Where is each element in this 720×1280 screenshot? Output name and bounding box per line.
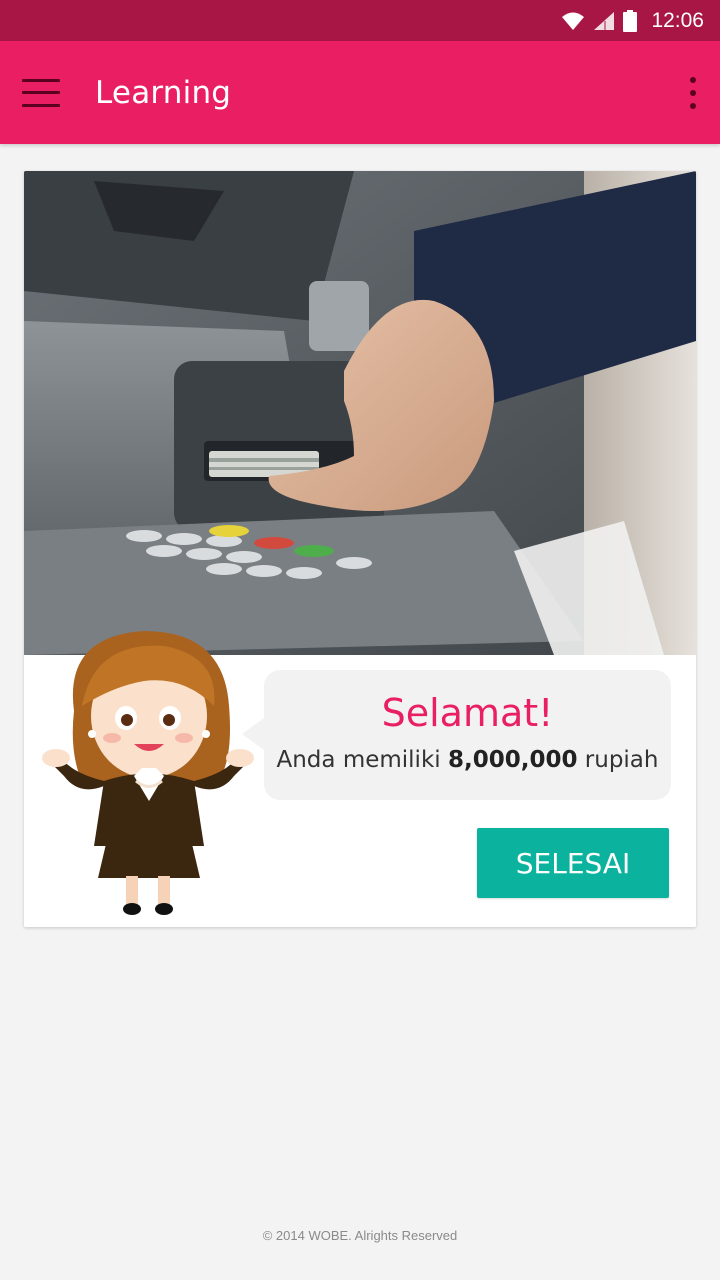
balance-prefix: Anda memiliki bbox=[276, 747, 441, 773]
page-title: Learning bbox=[95, 74, 232, 111]
more-vert-icon[interactable] bbox=[678, 73, 708, 113]
done-button[interactable]: SELESAI bbox=[477, 828, 669, 898]
battery-icon bbox=[623, 9, 638, 32]
signal-icon bbox=[593, 11, 615, 31]
atm-cash-withdrawal-photo bbox=[24, 171, 696, 655]
balance-suffix: rupiah bbox=[584, 747, 659, 773]
cartoon-businesswoman bbox=[34, 616, 259, 916]
wifi-icon bbox=[561, 11, 585, 31]
app-bar: Learning bbox=[0, 41, 720, 144]
status-bar: 12:06 bbox=[0, 0, 720, 41]
result-card: Selamat! Anda memiliki 8,000,000 rupiah … bbox=[24, 171, 696, 927]
speech-bubble: Selamat! Anda memiliki 8,000,000 rupiah bbox=[242, 670, 671, 800]
status-time: 12:06 bbox=[651, 8, 704, 32]
balance-amount: 8,000,000 bbox=[447, 747, 578, 773]
hamburger-menu-icon[interactable] bbox=[22, 78, 62, 107]
footer-copyright: © 2014 WOBE. Alrights Reserved bbox=[262, 1228, 458, 1243]
congrats-title: Selamat! bbox=[381, 691, 554, 735]
balance-message: Anda memiliki 8,000,000 rupiah bbox=[277, 747, 659, 773]
